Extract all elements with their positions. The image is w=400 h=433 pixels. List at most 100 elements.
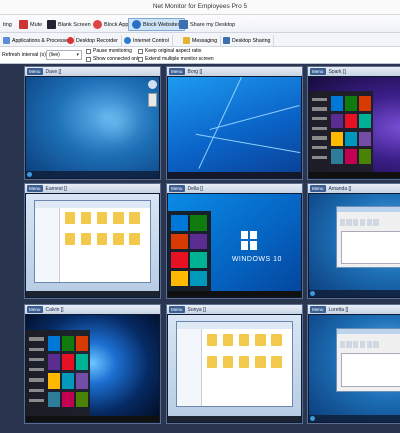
start-list-item <box>311 126 327 130</box>
start-menu <box>168 210 211 291</box>
start-list-item <box>311 146 327 150</box>
remote-desktop-screen[interactable] <box>309 315 400 422</box>
computer-tile[interactable]: Menu Borg [] <box>166 66 303 180</box>
tile-header: Menu Sonya [] <box>167 305 302 314</box>
monitor-options: Refresh interval (s): (live) ▾ Pause mon… <box>0 47 400 64</box>
remote-desktop-screen[interactable]: WINDOWS 10 <box>168 194 301 297</box>
checkbox-label: Extend multiple monitor screen <box>145 56 214 62</box>
toolbar-label: Share my Desktop <box>190 21 236 28</box>
tab-label: Internet Control <box>133 37 169 44</box>
tab-internet-control[interactable]: Internet Control <box>121 35 173 46</box>
tile-menu-button[interactable]: Menu <box>310 306 326 313</box>
checkbox-box <box>86 48 91 54</box>
tile-menu-button[interactable]: Menu <box>169 306 185 313</box>
start-orb-icon <box>310 291 315 296</box>
tile-header: Menu Spark [] <box>308 67 400 76</box>
computer-tile[interactable]: Menu Spark [] <box>307 66 400 180</box>
computer-tile[interactable]: Menu Amanda [] <box>307 183 400 299</box>
start-tile <box>75 354 88 370</box>
tab-desktop-recorder[interactable]: Desktop Recorder <box>64 35 122 46</box>
extend-multi-monitor-checkbox[interactable]: Extend multiple monitor screen <box>138 56 214 62</box>
dialog-panel <box>341 231 400 265</box>
remote-desktop-screen[interactable] <box>26 315 159 422</box>
start-tile <box>47 373 60 389</box>
tile-menu-button[interactable]: Menu <box>310 68 326 75</box>
taskbar <box>26 416 159 422</box>
sharing-icon <box>223 37 230 44</box>
folder-icon <box>113 212 124 224</box>
show-connected-checkbox[interactable]: Show connected only <box>86 56 141 62</box>
start-tile <box>330 96 343 111</box>
mute-button[interactable]: Mute <box>16 18 45 31</box>
tile-menu-button[interactable]: Menu <box>27 68 43 75</box>
folder-icon <box>271 355 282 368</box>
start-tile <box>344 131 357 147</box>
start-list-item <box>311 117 327 121</box>
remote-desktop-screen[interactable] <box>309 77 400 178</box>
computer-tile[interactable]: Menu Sonya [] <box>166 304 303 424</box>
share-desktop-icon <box>179 20 188 29</box>
start-list-item <box>28 378 44 382</box>
computer-tile[interactable]: Menu Della [] WINDOWS 10 <box>166 183 303 299</box>
start-list-item <box>28 337 44 341</box>
explorer-window <box>33 200 151 283</box>
window-titlebar <box>336 207 400 213</box>
remote-desktop-screen[interactable] <box>168 77 301 178</box>
folder-icon <box>64 233 76 245</box>
refresh-interval-select[interactable]: (live) ▾ <box>46 50 82 60</box>
taskbar <box>309 415 400 422</box>
start-list-item <box>311 136 327 140</box>
computer-name: Earnest [] <box>45 185 67 192</box>
tile-menu-button[interactable]: Menu <box>169 68 185 75</box>
tile-header: Menu Earnest [] <box>25 184 160 193</box>
start-menu <box>309 91 373 172</box>
folder-icon <box>206 334 218 346</box>
remote-desktop-screen[interactable] <box>26 194 159 297</box>
tile-menu-button[interactable]: Menu <box>27 306 43 313</box>
folder-icon <box>97 233 108 245</box>
computer-tile[interactable]: Menu Earnest [] <box>24 183 161 299</box>
tab-messaging[interactable]: Messaging <box>180 35 222 46</box>
tile-menu-button[interactable]: Menu <box>310 185 326 192</box>
computer-tile[interactable]: Menu Loretta [] <box>307 304 400 424</box>
clock-gadget <box>148 80 157 89</box>
remote-desktop-screen[interactable] <box>309 194 400 297</box>
start-tile <box>171 252 189 268</box>
tile-menu-button[interactable]: Menu <box>169 185 185 192</box>
folder-icon <box>80 233 92 245</box>
computer-tile[interactable]: Menu Calvin [] <box>24 304 161 424</box>
remote-desktop-screen[interactable] <box>26 77 159 178</box>
start-tile <box>75 392 88 408</box>
dialog-item <box>346 219 352 227</box>
dialog-item <box>346 340 352 348</box>
speaker-icon <box>19 20 28 29</box>
window-ribbon <box>34 201 150 209</box>
start-tile <box>330 131 343 147</box>
start-tile <box>190 215 208 231</box>
start-tile <box>190 233 208 250</box>
computer-tile[interactable]: Menu Dave [] <box>24 66 161 180</box>
taskbar <box>168 416 301 422</box>
start-tile <box>330 149 343 164</box>
toolbar-button-ting[interactable]: ting <box>0 18 15 31</box>
start-list-item <box>28 347 44 351</box>
share-desktop-button[interactable]: Share my Desktop <box>176 18 238 31</box>
remote-desktop-screen[interactable] <box>168 315 301 422</box>
tile-menu-button[interactable]: Menu <box>27 185 43 192</box>
toolbar-label: ting <box>3 21 12 28</box>
dialog-window <box>335 327 400 393</box>
checkbox-box <box>138 48 143 54</box>
start-tile <box>330 113 343 129</box>
start-list-item <box>28 388 44 393</box>
main-toolbar: ting Mute Blank Screen Block Apps Block … <box>0 15 400 33</box>
computer-name: Amanda [] <box>328 185 352 192</box>
message-icon <box>183 37 190 44</box>
pause-monitoring-checkbox[interactable]: Pause monitoring <box>86 48 132 54</box>
computer-name: Sonya [] <box>187 306 206 313</box>
keep-aspect-checkbox[interactable]: Keep original aspect ratio <box>138 48 201 54</box>
blank-screen-button[interactable]: Blank Screen <box>44 18 94 31</box>
dialog-item <box>359 340 366 348</box>
start-tile <box>75 335 88 351</box>
tab-desktop-sharing[interactable]: Desktop Sharing <box>220 35 275 46</box>
tile-header: Menu Dave [] <box>25 67 160 76</box>
